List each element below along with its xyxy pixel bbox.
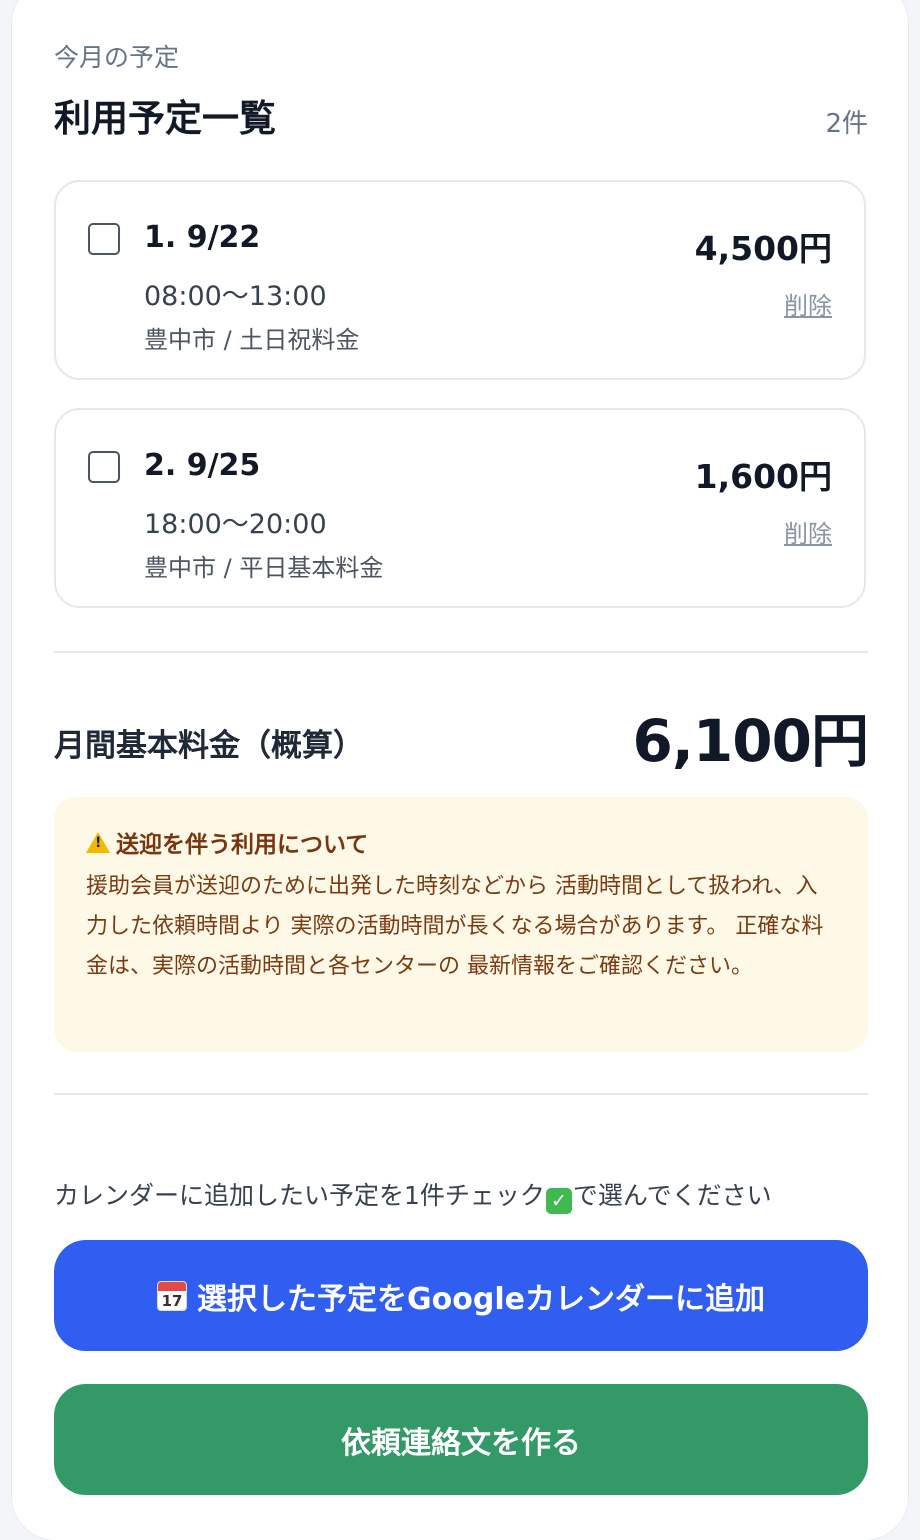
calendar-icon-number: 17 <box>161 1291 183 1310</box>
item-meta: 豊中市 / 平日基本料金 <box>144 554 384 582</box>
notice-box: 送迎を伴う利用について 援助会員が送迎のために出発した時刻などから 活動時間とし… <box>54 797 868 1052</box>
schedule-item: 2. 9/25 18:00〜20:00 豊中市 / 平日基本料金 1,600円 … <box>54 408 866 608</box>
item-date: 1. 9/22 <box>144 220 261 255</box>
item-date: 2. 9/25 <box>144 448 261 483</box>
total-value: 6,100円 <box>632 707 869 775</box>
item-time: 18:00〜20:00 <box>144 509 327 540</box>
schedule-item: 1. 9/22 08:00〜13:00 豊中市 / 土日祝料金 4,500円 削… <box>54 180 866 380</box>
warning-icon <box>86 831 110 853</box>
create-request-message-button[interactable]: 依頼連絡文を作る <box>54 1384 868 1495</box>
page-title: 利用予定一覧 <box>54 97 276 140</box>
delete-link[interactable]: 削除 <box>784 286 832 321</box>
item-time: 08:00〜13:00 <box>144 281 327 312</box>
add-to-google-calendar-button[interactable]: 17 選択した予定をGoogleカレンダーに追加 <box>54 1240 868 1351</box>
check-mark-icon: ✓ <box>545 1188 572 1214</box>
item-count: 2件 <box>825 109 868 139</box>
notice-body: 援助会員が送迎のために出発した時刻などから 活動時間として扱われ、入力した依頼時… <box>86 874 824 979</box>
create-request-message-label: 依頼連絡文を作る <box>341 1425 581 1461</box>
item-checkbox[interactable] <box>88 451 120 483</box>
notice-title: 送迎を伴う利用について <box>116 832 369 858</box>
add-to-google-calendar-label: 選択した予定をGoogleカレンダーに追加 <box>197 1281 765 1317</box>
divider <box>54 651 868 653</box>
item-price: 1,600円 <box>694 457 832 496</box>
hint-text-before: カレンダーに追加したい予定を1件チェック <box>54 1181 545 1210</box>
total-label: 月間基本料金（概算） <box>54 728 364 764</box>
item-checkbox[interactable] <box>88 223 120 255</box>
page-subtitle: 今月の予定 <box>54 43 180 72</box>
delete-link[interactable]: 削除 <box>784 514 832 549</box>
notice-header: 送迎を伴う利用について <box>86 825 368 859</box>
hint-text-after: で選んでください <box>572 1181 772 1210</box>
calendar-icon: 17 <box>157 1280 188 1311</box>
calendar-hint: カレンダーに追加したい予定を1件チェック ✓ で選んでください <box>54 1176 772 1214</box>
item-price: 4,500円 <box>694 229 832 268</box>
divider <box>54 1093 868 1095</box>
item-meta: 豊中市 / 土日祝料金 <box>144 326 360 354</box>
